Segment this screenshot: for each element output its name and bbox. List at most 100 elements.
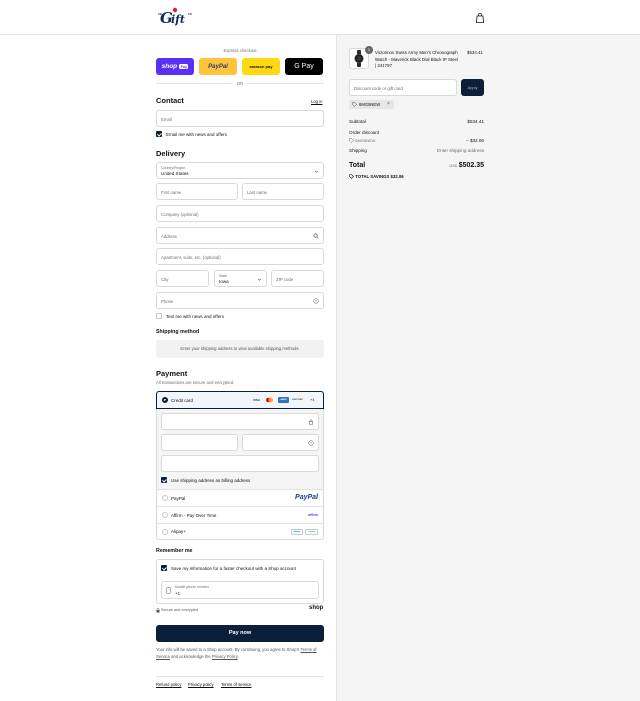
country-select[interactable]: Country/Region United States bbox=[156, 162, 324, 179]
total-savings-value: $32.06 bbox=[390, 174, 404, 179]
email-offers-checkbox[interactable] bbox=[156, 131, 162, 137]
shipping-label: Shipping bbox=[349, 148, 367, 153]
order-discount-row: Order discount bbox=[349, 130, 484, 135]
address-field[interactable]: Address bbox=[156, 227, 324, 244]
discover-icon: DISCOVER bbox=[292, 399, 303, 401]
mobile-phone-label: Mobile phone number bbox=[175, 584, 209, 589]
name-on-card-field[interactable] bbox=[161, 455, 319, 472]
mobile-phone-field[interactable]: Mobile phone number +1 bbox=[161, 581, 319, 599]
paypal-express-label: PayPal bbox=[208, 63, 228, 70]
payment-subtitle: All transactions are secure and encrypte… bbox=[156, 380, 235, 385]
alipay-option-label: Alipay+ bbox=[171, 529, 186, 534]
chevron-down-icon bbox=[257, 278, 262, 281]
shop-pay-button[interactable]: shop Pay bbox=[156, 58, 194, 75]
zip-field[interactable]: ZIP code bbox=[271, 270, 324, 287]
last-name-field[interactable]: Last name bbox=[242, 183, 324, 200]
applied-discount-code: 6MG5NEW bbox=[359, 102, 381, 108]
state-value: Iowa bbox=[219, 279, 229, 284]
more-wallets-icon: + more bbox=[305, 529, 318, 535]
save-info-label: Save my information for a faster checkou… bbox=[171, 565, 296, 571]
total-value-group: USD $502.35 bbox=[449, 162, 484, 169]
phone-field[interactable]: Phone ? bbox=[156, 292, 324, 309]
credit-card-label: Credit card bbox=[171, 397, 194, 403]
terms-of-service-footer-link[interactable]: Terms of service bbox=[221, 682, 251, 687]
help-icon[interactable]: ? bbox=[313, 298, 319, 304]
log-in-link[interactable]: Log in bbox=[311, 99, 322, 104]
header: G ift VB CO bbox=[0, 0, 640, 35]
alipay-option[interactable]: Alipay+ Alipay + more bbox=[157, 523, 323, 539]
shop-pay-label: shop bbox=[161, 63, 178, 70]
discount-code-row: 6MG5NEW – $32.06 bbox=[349, 138, 484, 144]
amazon-pay-button[interactable]: amazon pay bbox=[242, 58, 280, 75]
paypal-radio[interactable] bbox=[162, 495, 168, 501]
shopping-bag-icon[interactable] bbox=[474, 12, 486, 24]
google-pay-button[interactable]: G Pay bbox=[285, 58, 323, 75]
first-name-placeholder: First name bbox=[161, 189, 182, 195]
email-field[interactable]: Email bbox=[156, 110, 324, 127]
subtotal-row: Subtotal $534.41 bbox=[349, 119, 484, 124]
total-row: Total USD $502.35 bbox=[349, 162, 484, 169]
pay-now-button[interactable]: Pay now bbox=[156, 625, 324, 642]
logo-badge-left: VB bbox=[158, 13, 162, 16]
country-label: Country/Region bbox=[161, 165, 186, 170]
save-info-checkbox[interactable] bbox=[161, 565, 167, 571]
paypal-option-label: PayPal bbox=[171, 495, 186, 501]
last-name-placeholder: Last name bbox=[247, 189, 268, 195]
lock-icon bbox=[309, 419, 313, 425]
zip-placeholder: ZIP code bbox=[276, 276, 294, 282]
quantity-badge: 1 bbox=[365, 46, 373, 54]
or-label: OR bbox=[233, 81, 247, 86]
mobile-phone-value: +1 bbox=[175, 590, 181, 596]
privacy-policy-link[interactable]: Privacy Policy bbox=[212, 654, 238, 659]
discount-code-label: 6MG5NEW bbox=[355, 138, 376, 143]
state-select[interactable]: State Iowa bbox=[214, 270, 267, 287]
contact-heading: Contact bbox=[156, 96, 184, 105]
tag-icon bbox=[352, 102, 357, 107]
card-number-field[interactable] bbox=[161, 413, 319, 430]
order-discount-label: Order discount bbox=[349, 130, 380, 135]
affirm-radio[interactable] bbox=[162, 512, 168, 518]
total-savings-row: TOTAL SAVINGS $32.06 bbox=[349, 174, 484, 180]
shop-pay-badge: Pay bbox=[179, 64, 189, 69]
first-name-field[interactable]: First name bbox=[156, 183, 238, 200]
apartment-field[interactable]: Apartment, suite, etc. (optional) bbox=[156, 248, 324, 265]
company-field[interactable]: Company (optional) bbox=[156, 205, 324, 222]
city-field[interactable]: City bbox=[156, 270, 209, 287]
refund-policy-link[interactable]: Refund policy bbox=[156, 682, 181, 687]
alipay-logo-icon: Alipay bbox=[291, 529, 303, 535]
text-offers-label: Text me with news and offers bbox=[166, 314, 224, 319]
credit-card-option[interactable]: Credit card VISA AMEX DISCOVER +4 bbox=[156, 391, 324, 409]
subtotal-value: $534.41 bbox=[467, 119, 484, 124]
mobile-phone-icon bbox=[166, 587, 171, 594]
logo-badge-right: CO bbox=[188, 13, 192, 16]
terms-text-c: . bbox=[237, 653, 239, 659]
delivery-heading: Delivery bbox=[156, 149, 186, 158]
affirm-option-label: Affirm - Pay Over Time bbox=[171, 512, 217, 518]
security-code-field[interactable]: ? bbox=[242, 434, 319, 451]
credit-card-radio[interactable] bbox=[162, 397, 168, 403]
shipping-value: Enter shipping address bbox=[437, 148, 484, 153]
apply-button[interactable]: Apply bbox=[461, 79, 484, 96]
city-placeholder: City bbox=[161, 276, 169, 282]
terms-text: Your info will be saved to a Shop accoun… bbox=[156, 647, 324, 660]
affirm-option[interactable]: Affirm - Pay Over Time affirm bbox=[157, 506, 323, 523]
shipping-method-message: Enter your shipping address to view avai… bbox=[156, 340, 324, 358]
remove-discount-icon[interactable]: × bbox=[387, 101, 390, 107]
privacy-policy-footer-link[interactable]: Privacy policy bbox=[188, 682, 214, 687]
store-logo[interactable]: G ift VB CO bbox=[157, 6, 197, 28]
billing-address-checkbox[interactable] bbox=[161, 477, 167, 483]
help-icon[interactable]: ? bbox=[308, 440, 314, 446]
payment-heading: Payment bbox=[156, 369, 188, 378]
gift-logo-icon: G ift bbox=[160, 7, 185, 27]
expiration-date-field[interactable] bbox=[161, 434, 238, 451]
alipay-radio[interactable] bbox=[162, 529, 168, 535]
applied-discount-tag: 6MG5NEW × bbox=[349, 100, 394, 109]
svg-text:?: ? bbox=[315, 299, 317, 303]
text-offers-checkbox[interactable] bbox=[156, 313, 162, 319]
paypal-option[interactable]: PayPal PayPal bbox=[157, 489, 323, 506]
amazon-pay-label: amazon pay bbox=[249, 64, 273, 69]
remember-me-heading: Remember me bbox=[156, 548, 193, 554]
phone-placeholder: Phone bbox=[161, 298, 174, 304]
paypal-express-button[interactable]: PayPal bbox=[199, 58, 237, 75]
discount-code-field[interactable]: Discount code or gift card bbox=[349, 79, 457, 96]
